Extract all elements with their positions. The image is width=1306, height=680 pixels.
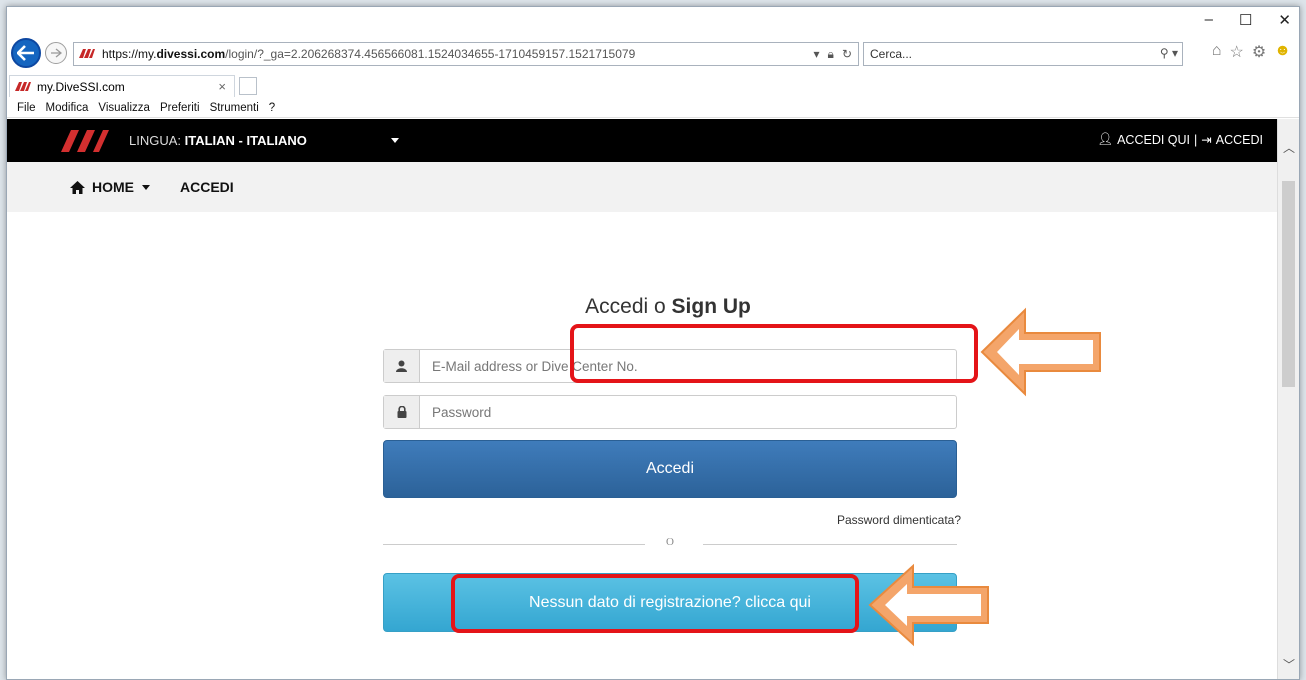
toolbar-icons: ⌂ ☆ ⚙ ☻ [1212, 42, 1291, 62]
browser-window: – ☐ ✕ https://my. divessi.com/login/?_ga=… [6, 6, 1300, 680]
close-button[interactable]: ✕ [1278, 11, 1291, 29]
account-links: 👤︎ ACCEDI QUI | ⇥ ACCEDI [1097, 132, 1263, 147]
menu-modifica[interactable]: Modifica [46, 102, 89, 114]
lock-icon [384, 396, 420, 428]
nav-home[interactable]: HOME [69, 179, 150, 195]
menu-visualizza[interactable]: Visualizza [98, 102, 150, 114]
url-protocol: https://my. [102, 47, 157, 61]
arrow-right-icon [51, 48, 62, 58]
heading-sign-up: Sign Up [671, 295, 751, 318]
address-bar[interactable]: https://my. divessi.com/login/?_ga=2.2062… [73, 42, 859, 66]
url-host: divessi.com [156, 47, 226, 61]
site-nav: HOME ACCEDI [7, 162, 1277, 212]
url-path: /login/?_ga=2.206268374.456566081.152403… [225, 47, 636, 61]
site-top-bar: LINGUA: ITALIAN - ITALIANO 👤︎ ACCEDI QUI… [7, 119, 1277, 162]
title-bar: – ☐ ✕ [7, 7, 1299, 35]
search-icon[interactable]: ⚲ ▾ [1160, 46, 1178, 60]
ssi-favicon-icon [78, 47, 96, 61]
tab-title: my.DiveSSI.com [37, 79, 125, 94]
window-controls: – ☐ ✕ [1205, 11, 1291, 29]
highlight-box-register [451, 574, 859, 633]
user-icon: 👤︎ [1097, 132, 1114, 146]
login-button[interactable]: Accedi [383, 440, 957, 498]
home-icon [70, 180, 85, 194]
divider-line [703, 544, 957, 545]
url-tools: ▾ 🔒︎ ↻ [814, 47, 852, 62]
or-divider: O [383, 536, 957, 548]
star-icon[interactable]: ☆ [1229, 42, 1243, 62]
minimize-button[interactable]: – [1205, 11, 1213, 29]
password-input[interactable] [420, 396, 956, 428]
page-title: Accedi o Sign Up [381, 295, 955, 319]
forgot-password-link[interactable]: Password dimenticata? [383, 513, 961, 527]
menu-bar: File Modifica Visualizza Preferiti Strum… [7, 99, 1299, 118]
menu-file[interactable]: File [17, 102, 36, 114]
scroll-thumb[interactable] [1282, 181, 1295, 387]
highlight-box-email [570, 324, 978, 383]
close-tab-icon[interactable]: × [218, 79, 226, 94]
language-caret-icon[interactable] [391, 138, 399, 143]
new-tab-button[interactable] [239, 77, 257, 95]
accedi-link[interactable]: ACCEDI [1216, 133, 1263, 147]
smiley-icon[interactable]: ☻ [1274, 42, 1291, 62]
or-label: O [661, 536, 679, 548]
lock-icon[interactable]: 🔒︎ [828, 47, 834, 62]
forward-button[interactable] [45, 42, 67, 64]
search-placeholder: Cerca... [870, 47, 913, 61]
scroll-down-icon[interactable]: ﹀ [1283, 656, 1295, 673]
user-icon [384, 350, 420, 382]
arrow-left-annotation-icon [868, 563, 989, 647]
language-label: LINGUA: [129, 133, 182, 148]
scroll-up-icon[interactable]: ︿ [1283, 139, 1295, 156]
separator: | [1194, 132, 1198, 147]
arrow-left-icon [17, 45, 34, 61]
tab-row: my.DiveSSI.com × [7, 73, 1299, 97]
ssi-favicon-icon [15, 81, 31, 91]
language-selector[interactable]: LINGUA: ITALIAN - ITALIANO [129, 133, 307, 148]
arrow-left-annotation-icon [980, 307, 1101, 397]
back-button[interactable] [11, 38, 41, 68]
refresh-icon[interactable]: ↻ [842, 47, 852, 62]
heading-prefix: Accedi o [585, 295, 672, 318]
home-icon[interactable]: ⌂ [1212, 42, 1222, 62]
address-row: https://my. divessi.com/login/?_ga=2.2062… [7, 35, 1299, 71]
accedi-qui-link[interactable]: ACCEDI QUI [1117, 133, 1190, 147]
tab-mydivessi[interactable]: my.DiveSSI.com × [9, 75, 235, 97]
gear-icon[interactable]: ⚙ [1252, 42, 1266, 62]
password-field-group [383, 395, 957, 429]
dropdown-icon[interactable]: ▾ [814, 47, 820, 62]
ssi-logo[interactable] [57, 124, 121, 158]
menu-strumenti[interactable]: Strumenti [210, 102, 259, 114]
language-value: ITALIAN - ITALIANO [184, 133, 307, 148]
vertical-scrollbar[interactable]: ︿ ﹀ [1277, 119, 1299, 679]
menu-help[interactable]: ? [269, 102, 275, 114]
search-box[interactable]: Cerca... ⚲ ▾ [863, 42, 1183, 66]
maximize-button[interactable]: ☐ [1239, 11, 1252, 29]
caret-down-icon [142, 184, 150, 190]
menu-preferiti[interactable]: Preferiti [160, 102, 200, 114]
divider-line [383, 544, 645, 545]
nav-accedi[interactable]: ACCEDI [180, 179, 234, 195]
sign-in-icon: ⇥ [1201, 133, 1212, 147]
nav-home-label: HOME [92, 179, 134, 195]
